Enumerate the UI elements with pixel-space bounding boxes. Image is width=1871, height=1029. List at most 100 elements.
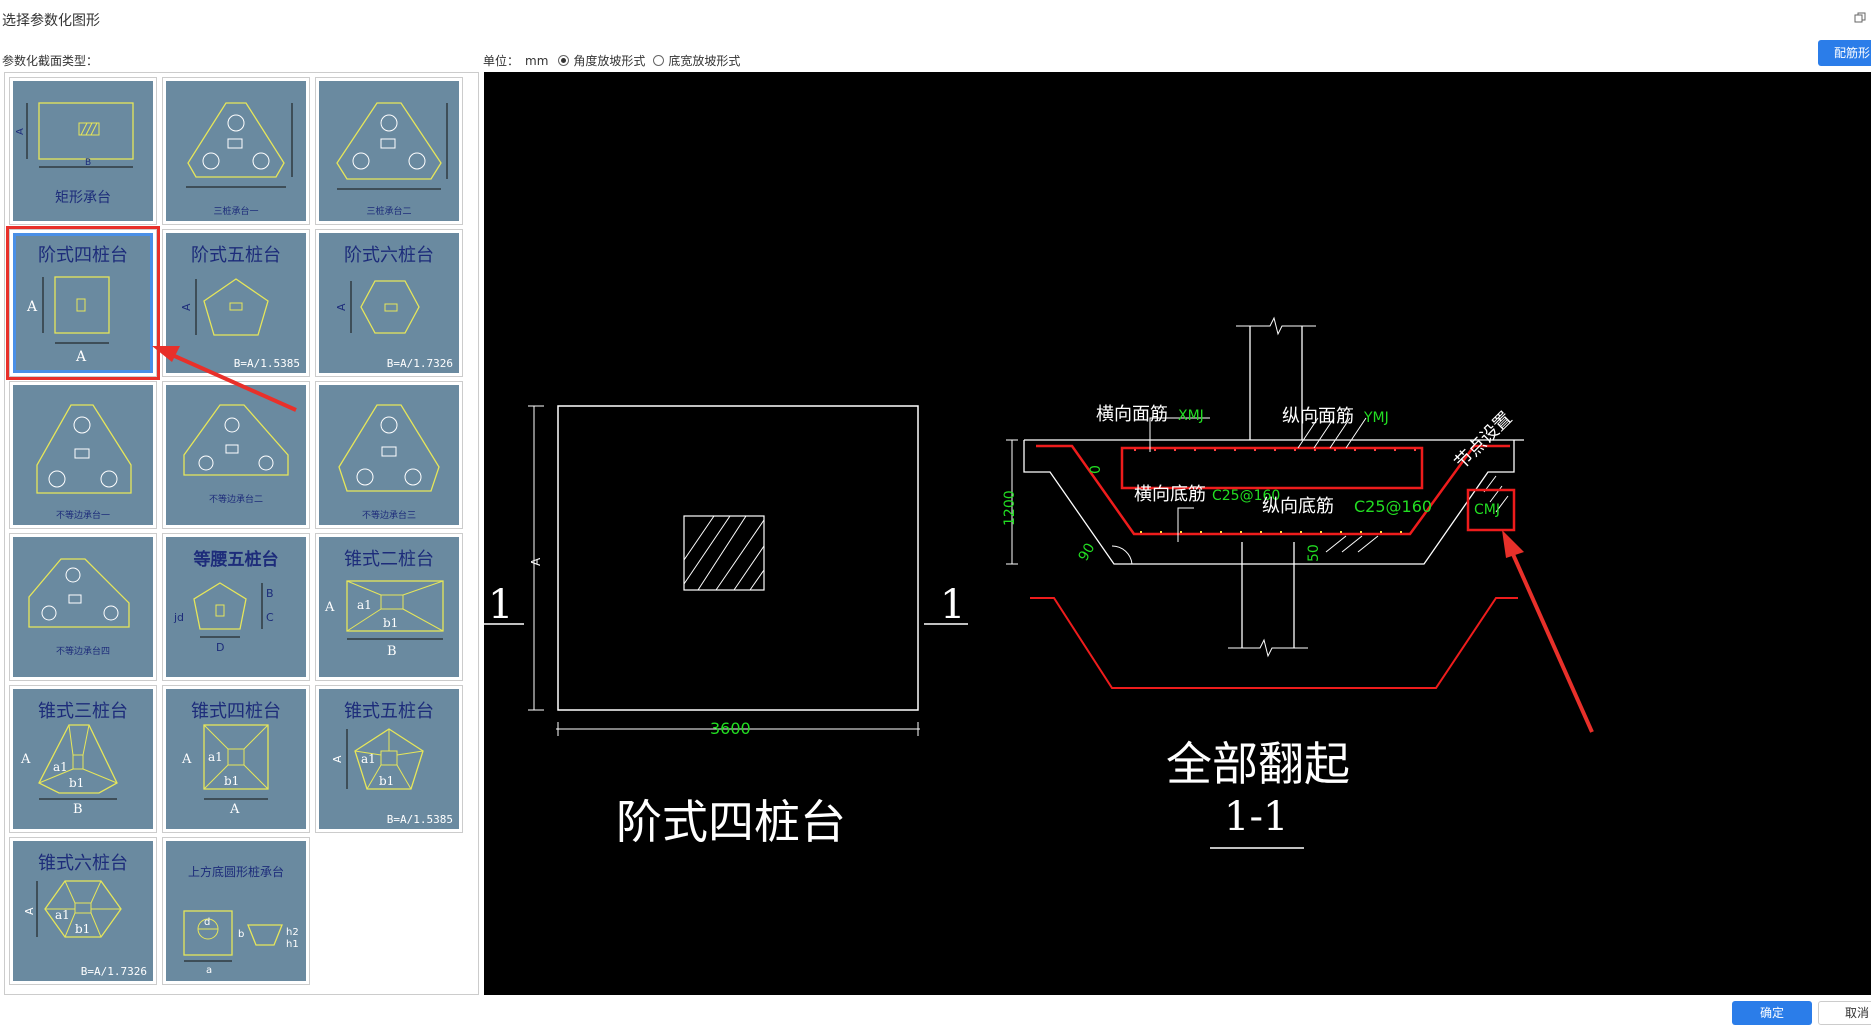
label-a: a: [206, 965, 212, 976]
unit-group: 单位： mm 角度放坡形式 底宽放坡形式: [483, 52, 748, 69]
tile-preview: 上方底圆形桩承台 d b a h2 h1: [166, 841, 306, 981]
tile-preview: 锥式二桩台 A a1 b1 B: [319, 537, 459, 677]
dim-50: 50: [1306, 544, 1322, 562]
tile-preview: 阶式五桩台 A B=A/1.5385: [166, 233, 306, 373]
section-type-label: 参数化截面类型：: [2, 54, 99, 68]
dim-zero: 0: [1088, 465, 1104, 474]
section-title: 全部翻起: [1166, 737, 1350, 791]
label-B: B: [85, 158, 91, 168]
preview-canvas[interactable]: A 3600 1 1 阶式四桩台 横向面筋 XMJ 纵向面筋 YMJ 横向底筋 …: [484, 72, 1871, 995]
radio-width-indicator[interactable]: [653, 55, 665, 66]
shape-tile-isosceles-five[interactable]: 等腰五桩台 B C D jd: [162, 533, 310, 681]
shape-tile-cone-six[interactable]: 锥式六桩台 A a1 b1 B=A/1.7326: [9, 837, 157, 985]
tile-title: 三桩承台二: [366, 207, 412, 217]
tile-preview: 锥式三桩台 A a1 b1 B: [13, 689, 153, 829]
shape-tile-cone-four[interactable]: 锥式四桩台 A a1 b1 A: [162, 685, 310, 833]
tile-preview: 阶式四桩台 A A: [13, 233, 153, 373]
label-B: B: [73, 802, 83, 817]
shape-tile-step-five-pile[interactable]: 阶式五桩台 A B=A/1.5385: [162, 229, 310, 377]
shape-tile-cone-three[interactable]: 锥式三桩台 A a1 b1 B: [9, 685, 157, 833]
label-long-top: 纵向面筋: [1282, 406, 1354, 427]
label-cmj: CMJ: [1474, 502, 1500, 518]
radio-width-slope[interactable]: 底宽放坡形式: [653, 52, 740, 69]
label-D: D: [216, 641, 224, 654]
radio-angle-label: 角度放坡形式: [573, 54, 646, 68]
label-A: A: [26, 299, 38, 315]
label-b1: b1: [69, 776, 84, 790]
tile-preview: 锥式六桩台 A a1 b1 B=A/1.7326: [13, 841, 153, 981]
tile-formula: B=A/1.5385: [233, 357, 300, 370]
shape-tile-uneq-3[interactable]: 不等边承台三: [315, 381, 463, 529]
label-b1: b1: [75, 922, 90, 936]
uneq-1-diagram: [36, 404, 132, 494]
tile-preview: A B 矩形承台: [13, 81, 153, 221]
label-a1: a1: [53, 760, 68, 774]
radio-angle-slope[interactable]: 角度放坡形式: [558, 52, 645, 69]
tile-preview: 不等边承台一: [13, 385, 153, 525]
label-jd: jd: [173, 611, 184, 624]
label-A: A: [15, 128, 26, 135]
tile-preview: 锥式四桩台 A a1 b1 A: [166, 689, 306, 829]
label-A: A: [20, 752, 31, 767]
shape-grid: A B 矩形承台 三桩承台一 三桩承台二 阶式四桩台 A A 阶式五桩台 A B…: [6, 77, 463, 985]
shape-tile-three-pile-1[interactable]: 三桩承台一: [162, 77, 310, 225]
shape-tile-cone-two[interactable]: 锥式二桩台 A a1 b1 B: [315, 533, 463, 681]
tile-title: 三桩承台一: [213, 207, 259, 217]
label-b1: b1: [379, 774, 394, 788]
label-b: b: [238, 929, 244, 940]
unit-value: mm: [525, 53, 549, 68]
section-id: 1-1: [1224, 794, 1288, 840]
label-A: A: [331, 755, 344, 763]
tile-formula: B=A/1.7326: [80, 965, 147, 978]
label-b1: b1: [383, 616, 398, 630]
tile-preview: 不等边承台四: [13, 537, 153, 677]
cone-two-diagram: A a1 b1 B: [324, 580, 444, 659]
label-a1: a1: [208, 750, 223, 764]
cancel-button[interactable]: 取消: [1818, 1001, 1871, 1025]
shape-tile-uneq-1[interactable]: 不等边承台一: [9, 381, 157, 529]
window-title: 选择参数化图形: [2, 13, 100, 29]
label-h1: h1: [286, 939, 299, 950]
unit-label: 单位：: [483, 54, 520, 68]
label-b1: b1: [224, 774, 239, 788]
dialog-footer: 确定 取消: [0, 995, 1871, 1029]
plan-dim-width: 3600: [710, 719, 751, 738]
step-four-pile-diagram: A A: [26, 276, 110, 365]
svg-text:A: A: [529, 557, 543, 566]
restore-window-icon[interactable]: [1854, 12, 1866, 24]
radio-angle-indicator[interactable]: [558, 55, 570, 66]
window-titlebar: 选择参数化图形: [0, 0, 1871, 40]
cone-four-diagram: A a1 b1 A: [181, 724, 269, 817]
label-long-bot: 纵向底筋: [1262, 496, 1334, 517]
label-a1: a1: [361, 752, 376, 766]
cone-three-diagram: A a1 b1 B: [20, 724, 118, 817]
shape-tile-step-six-pile[interactable]: 阶式六桩台 A B=A/1.7326: [315, 229, 463, 377]
shape-tile-three-pile-2[interactable]: 三桩承台二: [315, 77, 463, 225]
shape-tile-rect-cap[interactable]: A B 矩形承台: [9, 77, 157, 225]
label-A: A: [335, 303, 348, 311]
tile-preview: 三桩承台二: [319, 81, 459, 221]
tile-preview: 锥式五桩台 A a1 b1 B=A/1.5385: [319, 689, 459, 829]
cad-drawing: A 3600 1 1 阶式四桩台 横向面筋 XMJ 纵向面筋 YMJ 横向底筋 …: [484, 316, 1524, 849]
shape-tile-cone-five[interactable]: 锥式五桩台 A a1 b1 B=A/1.5385: [315, 685, 463, 833]
shape-tile-step-four-pile[interactable]: 阶式四桩台 A A: [6, 226, 160, 380]
label-B: B: [387, 644, 397, 659]
rebar-shape-button[interactable]: 配筋形: [1818, 40, 1871, 66]
label-B: B: [266, 587, 274, 600]
shape-list-panel[interactable]: A B 矩形承台 三桩承台一 三桩承台二 阶式四桩台 A A 阶式五桩台 A B…: [4, 72, 479, 995]
shape-tile-round-base[interactable]: 上方底圆形桩承台 d b a h2 h1: [162, 837, 310, 985]
three-pile-2-diagram: [336, 102, 448, 190]
label-hor-top: 横向面筋: [1096, 404, 1168, 425]
label-A: A: [324, 600, 335, 615]
shape-tile-uneq-2[interactable]: 不等边承台二: [162, 381, 310, 529]
cone-six-diagram: A a1 b1: [23, 880, 122, 938]
label-a1: a1: [55, 908, 70, 922]
tile-preview: 三桩承台一: [166, 81, 306, 221]
cone-five-diagram: A a1 b1: [331, 728, 424, 790]
shape-tile-uneq-4[interactable]: 不等边承台四: [9, 533, 157, 681]
tile-title: 矩形承台: [55, 190, 111, 206]
tile-preview: 阶式六桩台 A B=A/1.7326: [319, 233, 459, 373]
dim-90: 90: [1076, 541, 1099, 564]
ok-button[interactable]: 确定: [1732, 1001, 1812, 1025]
tile-formula: B=A/1.5385: [386, 813, 453, 826]
